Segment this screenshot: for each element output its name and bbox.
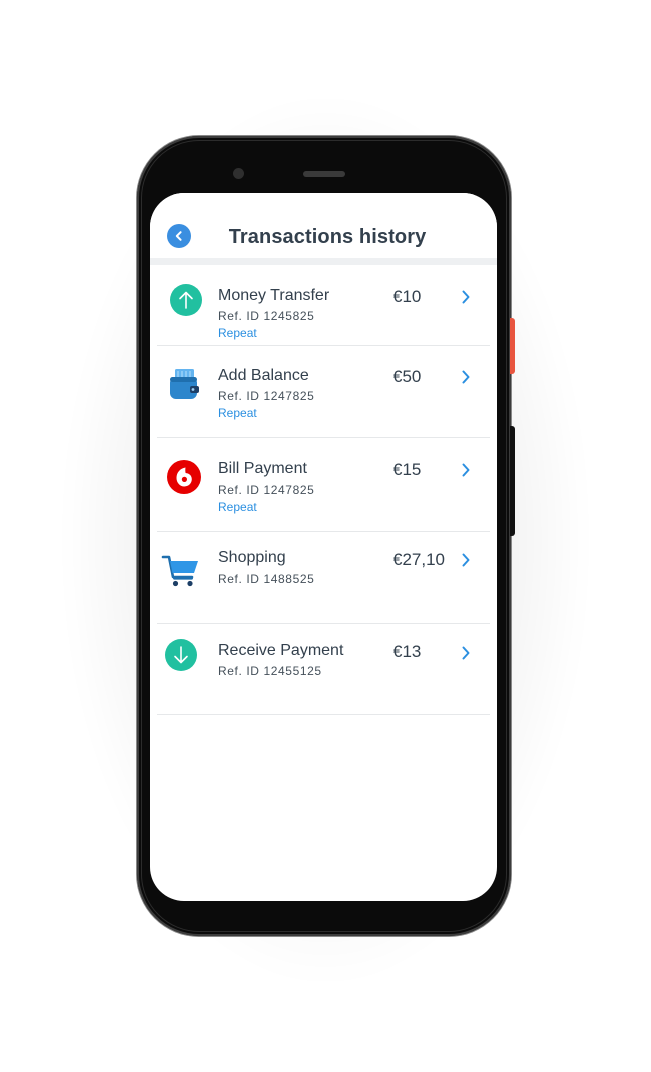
transaction-row-receive-payment[interactable]: Receive Payment Ref. ID 12455125 €13: [150, 624, 497, 714]
transaction-title: Shopping: [218, 549, 286, 566]
transaction-amount: €15: [393, 460, 422, 479]
transaction-row-money-transfer[interactable]: Money Transfer Ref. ID 1245825 Repeat €1…: [150, 265, 497, 345]
power-button: [510, 318, 515, 374]
app-header: Transactions history: [150, 193, 497, 258]
transaction-amount: €13: [393, 642, 422, 661]
repeat-link[interactable]: Repeat: [218, 500, 257, 514]
transaction-row-bill-payment[interactable]: Bill Payment Ref. ID 1247825 Repeat €15: [150, 438, 497, 531]
transaction-title: Money Transfer: [218, 287, 330, 304]
transaction-amount: €50: [393, 367, 422, 386]
transaction-amount: €10: [393, 287, 422, 306]
repeat-link[interactable]: Repeat: [218, 406, 257, 420]
transaction-ref: Ref. ID 1488525: [218, 572, 315, 586]
transaction-amount: €27,10: [393, 550, 445, 569]
chevron-right-icon[interactable]: [459, 552, 473, 568]
transaction-ref: Ref. ID 1247825: [218, 483, 315, 497]
shopping-cart-icon: [161, 553, 201, 589]
arrow-up-icon: [168, 282, 204, 318]
chevron-right-icon[interactable]: [459, 289, 473, 305]
transaction-ref: Ref. ID 1247825: [218, 389, 315, 403]
transaction-ref: Ref. ID 12455125: [218, 664, 322, 678]
page-title: Transactions history: [228, 226, 427, 248]
transaction-title: Receive Payment: [218, 642, 344, 659]
transaction-title: Bill Payment: [218, 460, 307, 477]
chevron-right-icon[interactable]: [459, 645, 473, 661]
header-divider: [150, 258, 497, 265]
arrow-down-icon: [163, 637, 199, 673]
front-camera: [233, 168, 244, 179]
wallet-icon: [166, 367, 202, 403]
transaction-row-shopping[interactable]: Shopping Ref. ID 1488525 €27,10: [150, 532, 497, 623]
earpiece-speaker: [303, 171, 345, 177]
chevron-right-icon[interactable]: [459, 462, 473, 478]
transaction-title: Add Balance: [218, 367, 309, 384]
transaction-ref: Ref. ID 1245825: [218, 309, 315, 323]
phone-screen: Transactions history Money Transfer Ref.…: [150, 193, 497, 901]
stage: Transactions history Money Transfer Ref.…: [0, 0, 651, 1072]
repeat-link[interactable]: Repeat: [218, 326, 257, 340]
transaction-row-add-balance[interactable]: Add Balance Ref. ID 1247825 Repeat €50: [150, 346, 497, 437]
vodafone-logo-icon: [166, 459, 202, 495]
chevron-right-icon[interactable]: [459, 369, 473, 385]
volume-button: [510, 426, 515, 536]
row-divider: [157, 714, 490, 715]
